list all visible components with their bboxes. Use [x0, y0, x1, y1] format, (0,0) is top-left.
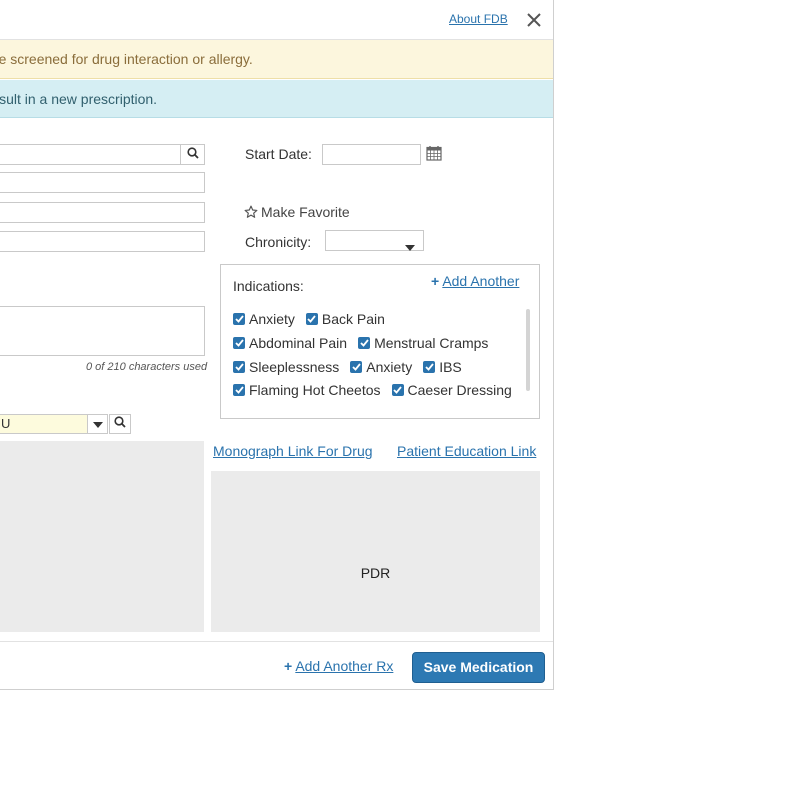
dose-input[interactable]	[0, 172, 205, 193]
indication-label: Flaming Hot Cheetos	[249, 382, 381, 398]
info-text: Saving this medication will not result i…	[0, 91, 158, 107]
add-another-label: Add Another	[442, 273, 520, 289]
checkmark-icon	[233, 337, 245, 349]
pharmacy-search-button[interactable]	[109, 414, 131, 434]
indication-checkbox[interactable]: Menstrual Cramps	[358, 335, 488, 351]
indication-checkbox[interactable]: Anxiety	[350, 359, 412, 375]
indication-label: Caeser Dressing	[407, 382, 512, 398]
plus-icon: +	[431, 273, 440, 289]
medication-modal: About FDB Medications entered as free te…	[0, 0, 554, 690]
free-text-warning-banner: Medications entered as free text will no…	[0, 40, 553, 79]
monograph-link[interactable]: Monograph Link For Drug	[213, 443, 373, 459]
checkmark-icon	[350, 361, 363, 373]
pharmacy-select-value[interactable]: U	[0, 414, 88, 434]
no-prescription-info-banner: Saving this medication will not result i…	[0, 80, 553, 118]
indication-checkbox[interactable]: Back Pain	[305, 311, 385, 327]
indication-checkbox[interactable]: Caeser Dressing	[391, 382, 512, 398]
search-icon	[114, 415, 126, 433]
indication-row: Anxiety Back Pain	[233, 309, 396, 329]
checkmark-icon	[305, 313, 318, 325]
indications-box: Indications: + Add Another Anxiety Back P…	[220, 264, 540, 419]
patient-education-link[interactable]: Patient Education Link	[397, 443, 536, 459]
caret-down-icon	[92, 415, 103, 433]
warning-text: Medications entered as free text will no…	[0, 51, 253, 67]
indication-label: Back Pain	[321, 311, 385, 327]
instructions-textarea[interactable]	[0, 306, 205, 356]
about-fdb-link[interactable]: About FDB	[449, 12, 508, 26]
modal-header: About FDB	[0, 0, 553, 40]
indications-title: Indications:	[233, 278, 304, 294]
indication-row: Flaming Hot Cheetos Caeser Dressing	[233, 380, 523, 400]
indication-checkbox[interactable]: IBS	[423, 359, 462, 375]
caret-down-icon	[405, 238, 415, 256]
indication-checkbox[interactable]: Flaming Hot Cheetos	[233, 382, 381, 398]
modal-footer: + Add Another Rx Save Medication	[0, 641, 553, 689]
drug-search-button[interactable]	[180, 144, 205, 165]
checkmark-icon	[358, 337, 371, 349]
checkmark-icon	[391, 384, 404, 396]
pharmacy-dropdown-button[interactable]	[87, 414, 108, 434]
close-icon[interactable]	[524, 10, 544, 30]
indication-row: Sleeplessness Anxiety IBS	[233, 357, 473, 377]
checkmark-icon	[233, 313, 245, 325]
chronicity-label: Chronicity:	[245, 234, 312, 250]
plus-icon: +	[284, 658, 293, 674]
checkmark-icon	[233, 361, 245, 373]
chronicity-select[interactable]	[325, 230, 424, 251]
indication-label: Anxiety	[366, 359, 413, 375]
star-outline-icon	[244, 205, 258, 219]
indication-checkbox[interactable]: Anxiety	[233, 311, 295, 327]
pharmacy-value-text: U	[1, 416, 11, 431]
checkmark-icon	[423, 361, 436, 373]
start-date-label: Start Date:	[245, 146, 312, 162]
make-favorite-toggle[interactable]: Make Favorite	[244, 204, 350, 220]
add-another-rx-label: Add Another Rx	[295, 658, 394, 674]
character-counter: 0 of 210 characters used	[86, 361, 208, 373]
calendar-icon[interactable]	[426, 145, 442, 166]
indication-row: Abdominal Pain Menstrual Cramps	[233, 333, 499, 353]
indication-label: Abdominal Pain	[249, 335, 348, 351]
drug-search-input[interactable]	[0, 144, 181, 165]
indication-label: Anxiety	[249, 311, 295, 327]
search-icon	[186, 146, 199, 164]
drug-info-panel	[0, 441, 204, 632]
pdr-panel: PDR	[211, 471, 540, 632]
indications-scrollbar[interactable]	[526, 309, 530, 391]
frequency-input[interactable]	[0, 231, 205, 252]
indication-checkbox[interactable]: Abdominal Pain	[233, 335, 347, 351]
checkmark-icon	[233, 384, 245, 396]
pdr-label: PDR	[360, 565, 391, 581]
add-another-rx-link[interactable]: + Add Another Rx	[284, 658, 393, 674]
indication-label: Menstrual Cramps	[374, 335, 489, 351]
indication-label: IBS	[439, 359, 462, 375]
save-medication-button[interactable]: Save Medication	[412, 652, 545, 683]
make-favorite-label: Make Favorite	[261, 204, 350, 220]
indication-label: Sleeplessness	[249, 359, 340, 375]
indication-checkbox[interactable]: Sleeplessness	[233, 359, 339, 375]
add-another-indication-link[interactable]: + Add Another	[431, 273, 519, 289]
route-input[interactable]	[0, 202, 205, 223]
start-date-input[interactable]	[322, 144, 421, 165]
